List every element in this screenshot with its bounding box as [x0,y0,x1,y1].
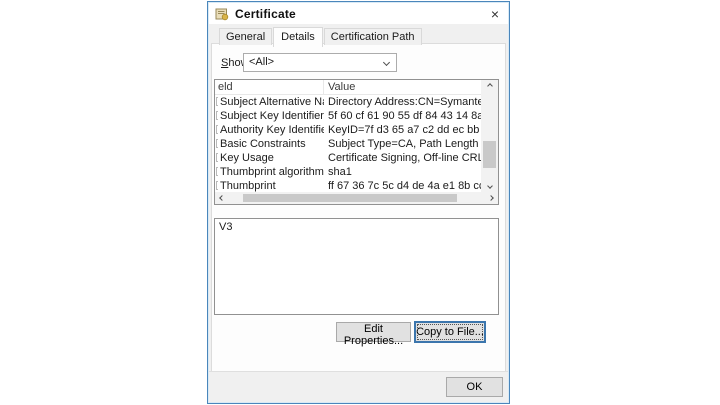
clipped-field-icon [216,111,218,120]
field-value: Subject Type=CA, Path Length Constr... [328,138,481,150]
tabstrip: General Details Certification Path [219,27,423,47]
clipped-field-icon [216,97,218,106]
field-value: Certificate Signing, Off-line CRL Signin… [328,152,481,164]
vertical-scrollbar[interactable] [481,80,498,192]
column-header-field[interactable]: eld [215,80,324,94]
field-value: 5f 60 cf 61 90 55 df 84 43 14 8a 60 2a..… [328,110,481,122]
scroll-left-button[interactable] [215,192,229,204]
chevron-left-icon [219,195,225,201]
table-row[interactable]: Subject Alternative Name Directory Addre… [215,95,481,109]
chevron-down-icon [382,58,391,67]
details-tab-page: Show: <All> eld Value Subject Alternativ… [211,43,506,372]
field-name: Subject Key Identifier [220,110,324,122]
scroll-up-button[interactable] [481,80,498,92]
scroll-right-button[interactable] [484,192,498,204]
horizontal-scrollbar-thumb[interactable] [243,194,457,202]
clipped-field-icon [216,153,218,162]
field-value: sha1 [328,166,352,178]
table-row[interactable]: Key Usage Certificate Signing, Off-line … [215,151,481,165]
clipped-field-icon [216,167,218,176]
clipped-field-icon [216,139,218,148]
titlebar[interactable]: Certificate × [209,3,508,24]
screenshot-canvas: Certificate × General Details Certificat… [0,0,720,405]
field-name: Key Usage [220,152,274,164]
tab-details[interactable]: Details [273,27,323,47]
field-name: Thumbprint algorithm [220,166,324,178]
certificate-icon [215,7,229,21]
close-icon[interactable]: × [491,5,499,23]
show-dropdown-value: <All> [249,56,275,68]
field-name: Thumbprint [220,180,276,192]
table-row[interactable]: Authority Key Identifier KeyID=7f d3 65 … [215,123,481,137]
show-dropdown[interactable]: <All> [243,53,397,72]
table-row[interactable]: Basic Constraints Subject Type=CA, Path … [215,137,481,151]
list-rows: Subject Alternative Name Directory Addre… [215,95,481,193]
dialog-footer: OK [209,371,508,402]
horizontal-scrollbar[interactable] [215,192,498,204]
chevron-up-icon [486,83,493,89]
tab-certification-path[interactable]: Certification Path [323,28,422,45]
chevron-right-icon [488,195,494,201]
window-title: Certificate [235,6,296,21]
table-row[interactable]: Subject Key Identifier 5f 60 cf 61 90 55… [215,109,481,123]
field-value: ff 67 36 7c 5c d4 de 4a e1 8b cc e1 d7..… [328,180,481,192]
clipped-field-icon [216,181,218,190]
field-name: Authority Key Identifier [220,124,324,136]
table-row[interactable]: Thumbprint ff 67 36 7c 5c d4 de 4a e1 8b… [215,179,481,193]
scroll-down-button[interactable] [481,180,498,192]
table-row[interactable]: Thumbprint algorithm sha1 [215,165,481,179]
certificate-dialog: Certificate × General Details Certificat… [207,1,510,404]
fields-list: eld Value Subject Alternative Name Direc… [214,79,499,205]
field-value: Directory Address:CN=SymantecPKI-1... [328,96,481,108]
tab-general[interactable]: General [219,28,273,45]
field-name: Subject Alternative Name [220,96,324,108]
edit-properties-button[interactable]: Edit Properties... [336,322,411,347]
field-value-preview[interactable]: V3 [214,218,499,315]
list-header: eld Value [215,80,481,95]
vertical-scrollbar-thumb[interactable] [483,141,496,168]
chevron-down-icon [486,183,493,189]
copy-to-file-button[interactable]: Copy to File... [414,321,486,343]
field-value: KeyID=7f d3 65 a7 c2 dd ec bb f0 30 0... [328,124,481,136]
clipped-field-icon [216,125,218,134]
column-header-value[interactable]: Value [324,80,481,94]
field-value-preview-text: V3 [219,221,233,233]
ok-button[interactable]: OK [446,377,503,397]
field-name: Basic Constraints [220,138,306,150]
